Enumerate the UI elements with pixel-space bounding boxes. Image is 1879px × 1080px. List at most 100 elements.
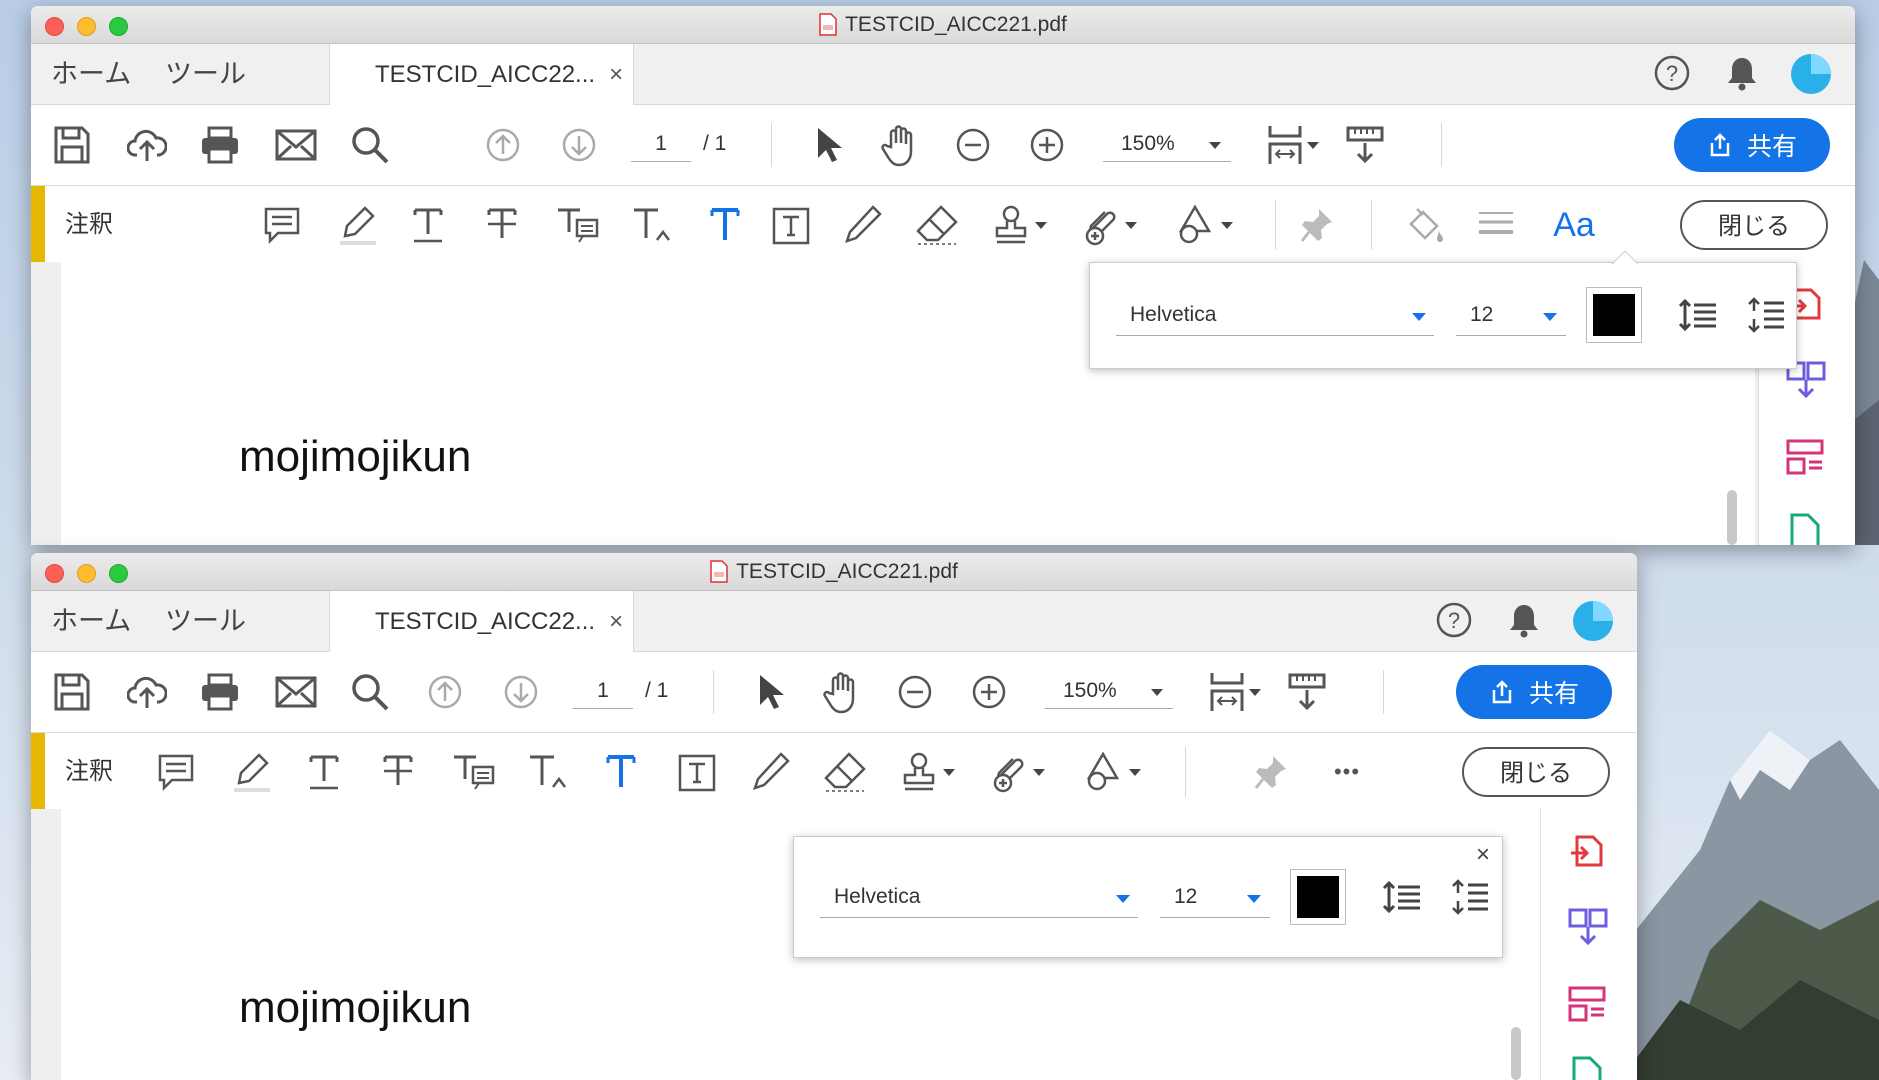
text-properties-icon[interactable]: Aa xyxy=(1549,200,1599,250)
hand-tool-icon[interactable] xyxy=(881,123,921,167)
sticky-note-icon[interactable] xyxy=(157,753,195,791)
replace-text-icon[interactable] xyxy=(451,753,495,793)
font-select[interactable]: Helvetica xyxy=(820,877,1138,918)
tab-home[interactable]: ホーム xyxy=(51,591,131,651)
text-color-swatch[interactable] xyxy=(1586,287,1642,343)
zoom-window-button[interactable] xyxy=(109,17,128,36)
tab-document[interactable]: TESTCID_AICC22... × xyxy=(329,591,634,652)
edit-pdf-icon[interactable] xyxy=(1569,1055,1605,1080)
zoom-in-icon[interactable] xyxy=(971,674,1007,710)
page-display-icon[interactable] xyxy=(1209,670,1245,714)
more-options-icon[interactable]: ••• xyxy=(1327,757,1367,787)
email-icon[interactable] xyxy=(275,676,317,708)
underline-text-icon[interactable] xyxy=(411,206,445,244)
paragraph-spacing-icon[interactable] xyxy=(1452,879,1490,915)
shapes-icon[interactable] xyxy=(1173,204,1217,246)
minimize-window-button[interactable] xyxy=(77,17,96,36)
minimize-window-button[interactable] xyxy=(77,564,96,583)
shapes-dropdown-icon[interactable] xyxy=(1221,222,1233,229)
page-number-input[interactable]: 1 xyxy=(573,674,633,709)
edit-pdf-icon[interactable] xyxy=(1787,512,1823,545)
help-icon[interactable]: ? xyxy=(1651,52,1693,94)
zoom-dropdown-icon[interactable] xyxy=(1209,142,1221,149)
email-icon[interactable] xyxy=(275,129,317,161)
share-button[interactable]: 共有 xyxy=(1674,118,1830,172)
stamp-dropdown-icon[interactable] xyxy=(943,769,955,776)
highlight-icon[interactable] xyxy=(231,751,273,793)
search-icon[interactable] xyxy=(350,672,390,712)
page-number-input[interactable]: 1 xyxy=(631,127,691,162)
save-icon[interactable] xyxy=(53,672,91,712)
replace-text-icon[interactable] xyxy=(555,206,599,246)
strikethrough-text-icon[interactable] xyxy=(485,206,519,244)
search-icon[interactable] xyxy=(350,125,390,165)
tab-document[interactable]: TESTCID_AICC22... × xyxy=(329,44,634,105)
print-icon[interactable] xyxy=(199,125,241,165)
line-spacing-icon[interactable] xyxy=(1678,297,1718,333)
close-popup-icon[interactable]: × xyxy=(1476,841,1490,869)
zoom-dropdown-icon[interactable] xyxy=(1151,689,1163,696)
next-page-icon[interactable] xyxy=(561,127,597,163)
stamp-dropdown-icon[interactable] xyxy=(1035,222,1047,229)
scroll-mode-icon[interactable] xyxy=(1287,672,1327,712)
save-icon[interactable] xyxy=(53,125,91,165)
select-cursor-icon[interactable] xyxy=(813,125,843,165)
text-box-icon[interactable] xyxy=(771,206,811,246)
add-text-icon[interactable] xyxy=(709,206,741,242)
pin-icon[interactable] xyxy=(1299,206,1335,244)
user-avatar[interactable] xyxy=(1571,599,1615,643)
page-display-dropdown-icon[interactable] xyxy=(1307,142,1319,149)
previous-page-icon[interactable] xyxy=(485,127,521,163)
close-tab-icon[interactable]: × xyxy=(609,608,623,636)
text-box-icon[interactable] xyxy=(677,753,717,793)
attach-file-icon[interactable] xyxy=(989,751,1029,793)
shapes-dropdown-icon[interactable] xyxy=(1129,769,1141,776)
pencil-draw-icon[interactable] xyxy=(843,204,883,246)
previous-page-icon[interactable] xyxy=(427,674,463,710)
scroll-mode-icon[interactable] xyxy=(1345,125,1385,165)
organize-pages-icon[interactable] xyxy=(1567,985,1607,1025)
sticky-note-icon[interactable] xyxy=(263,206,301,244)
zoom-out-icon[interactable] xyxy=(897,674,933,710)
insert-text-icon[interactable] xyxy=(527,753,569,793)
export-pdf-icon[interactable] xyxy=(1567,829,1607,869)
pin-icon[interactable] xyxy=(1253,753,1289,791)
vertical-scrollbar[interactable] xyxy=(1511,1027,1521,1080)
eraser-icon[interactable] xyxy=(915,204,959,246)
close-comment-button[interactable]: 閉じる xyxy=(1462,747,1610,797)
page-display-dropdown-icon[interactable] xyxy=(1249,689,1261,696)
zoom-in-icon[interactable] xyxy=(1029,127,1065,163)
attach-dropdown-icon[interactable] xyxy=(1033,769,1045,776)
attach-dropdown-icon[interactable] xyxy=(1125,222,1137,229)
close-comment-button[interactable]: 閉じる xyxy=(1680,200,1828,250)
shapes-icon[interactable] xyxy=(1081,751,1125,793)
line-weight-icon[interactable] xyxy=(1477,208,1515,242)
notification-bell-icon[interactable] xyxy=(1503,599,1545,641)
font-dropdown-icon[interactable] xyxy=(1116,895,1130,903)
close-window-button[interactable] xyxy=(45,564,64,583)
stamp-icon[interactable] xyxy=(899,751,939,793)
line-spacing-icon[interactable] xyxy=(1382,879,1422,915)
text-color-swatch[interactable] xyxy=(1290,869,1346,925)
tab-tools[interactable]: ツール xyxy=(165,44,246,104)
pencil-draw-icon[interactable] xyxy=(751,751,791,793)
page-text[interactable]: mojimojikun xyxy=(239,432,471,482)
eraser-icon[interactable] xyxy=(823,751,867,793)
font-select[interactable]: Helvetica xyxy=(1116,295,1434,336)
font-size-dropdown-icon[interactable] xyxy=(1247,895,1261,903)
font-dropdown-icon[interactable] xyxy=(1412,313,1426,321)
strikethrough-text-icon[interactable] xyxy=(381,753,415,791)
zoom-out-icon[interactable] xyxy=(955,127,991,163)
zoom-window-button[interactable] xyxy=(109,564,128,583)
insert-text-icon[interactable] xyxy=(631,206,673,246)
paragraph-spacing-icon[interactable] xyxy=(1748,297,1786,333)
notification-bell-icon[interactable] xyxy=(1721,52,1763,94)
close-window-button[interactable] xyxy=(45,17,64,36)
next-page-icon[interactable] xyxy=(503,674,539,710)
cloud-upload-icon[interactable] xyxy=(127,672,167,712)
attach-file-icon[interactable] xyxy=(1081,204,1121,246)
share-button[interactable]: 共有 xyxy=(1456,665,1612,719)
close-tab-icon[interactable]: × xyxy=(609,61,623,89)
add-text-icon[interactable] xyxy=(605,753,637,789)
page-text[interactable]: mojimojikun xyxy=(239,983,471,1033)
